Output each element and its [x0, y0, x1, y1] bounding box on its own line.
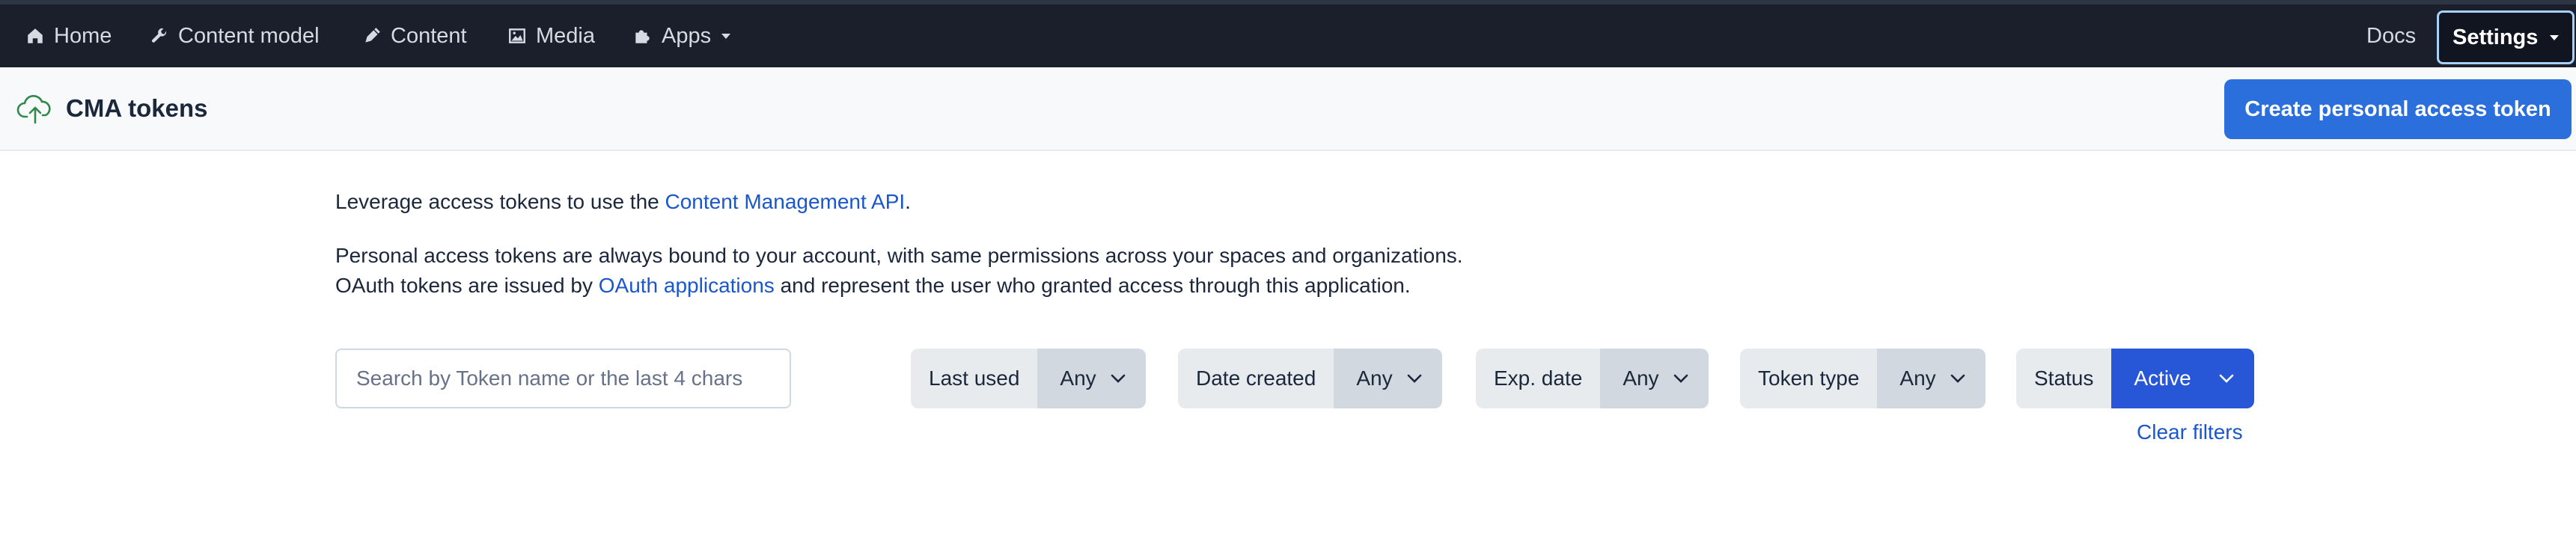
nav-apps-label: Apps — [662, 23, 712, 48]
nav-content-label: Content — [391, 23, 467, 48]
nav-docs-label: Docs — [2366, 23, 2417, 48]
filter-status[interactable]: Status Active — [2016, 349, 2254, 408]
nav-content-model-label: Content model — [178, 23, 320, 48]
intro-text: Leverage access tokens to use the — [335, 190, 665, 213]
filter-value-text: Any — [1899, 367, 1936, 390]
chevron-down-icon — [1407, 374, 1421, 383]
cma-api-link[interactable]: Content Management API — [665, 190, 906, 213]
nav-docs[interactable]: Docs — [2366, 4, 2416, 67]
puzzle-icon — [635, 30, 650, 43]
filter-label: Exp. date — [1476, 349, 1601, 408]
home-icon — [28, 28, 43, 43]
filter-value-text: Active — [2134, 367, 2191, 390]
pen-icon — [365, 28, 380, 43]
intro-line-3: OAuth tokens are issued by OAuth applica… — [335, 271, 1411, 301]
filter-label: Date created — [1178, 349, 1334, 408]
page-header: CMA tokens Create personal access token — [0, 67, 2576, 151]
filter-value-text: Any — [1623, 367, 1659, 390]
filter-value[interactable]: Any — [1600, 349, 1709, 408]
filter-label: Status — [2016, 349, 2112, 408]
nav-apps[interactable]: Apps — [632, 4, 732, 67]
page-title: CMA tokens — [66, 94, 208, 122]
filter-value-text: Any — [1060, 367, 1096, 390]
oauth-text: OAuth tokens are issued by — [335, 274, 599, 297]
chevron-down-icon — [1950, 374, 1965, 383]
filter-last-used[interactable]: Last used Any — [911, 349, 1146, 408]
filter-date-created[interactable]: Date created Any — [1178, 349, 1442, 408]
filter-value[interactable]: Active — [2111, 349, 2254, 408]
nav-home[interactable]: Home — [25, 4, 112, 67]
filter-label: Last used — [911, 349, 1038, 408]
filter-token-type[interactable]: Token type Any — [1740, 349, 1986, 408]
filter-value[interactable]: Any — [1877, 349, 1986, 408]
nav-content-model[interactable]: Content model — [150, 4, 320, 67]
filter-value[interactable]: Any — [1037, 349, 1146, 408]
oauth-text-after: and represent the user who granted acces… — [774, 274, 1411, 297]
nav-home-label: Home — [54, 23, 112, 48]
settings-label: Settings — [2453, 25, 2539, 49]
nav-media[interactable]: Media — [507, 4, 595, 67]
create-token-button[interactable]: Create personal access token — [2224, 79, 2572, 139]
filter-value-text: Any — [1356, 367, 1393, 390]
nav-content[interactable]: Content — [362, 4, 467, 67]
wrench-icon — [152, 28, 166, 43]
intro-line-2: Personal access tokens are always bound … — [335, 244, 1463, 267]
cloud-upload-icon — [16, 94, 51, 124]
clear-filters-link[interactable]: Clear filters — [2137, 420, 2243, 444]
chevron-down-icon — [2219, 374, 2233, 383]
image-icon — [509, 28, 525, 43]
chevron-down-icon — [1111, 374, 1125, 383]
intro-line-1: Leverage access tokens to use the Conten… — [335, 187, 911, 217]
oauth-applications-link[interactable]: OAuth applications — [599, 274, 775, 297]
nav-media-label: Media — [536, 23, 595, 48]
settings-button[interactable]: Settings — [2437, 10, 2575, 64]
caret-down-icon — [2550, 35, 2560, 40]
filter-exp-date[interactable]: Exp. date Any — [1476, 349, 1709, 408]
filter-value[interactable]: Any — [1334, 349, 1442, 408]
intro-period: . — [905, 190, 911, 213]
search-input[interactable] — [335, 349, 791, 408]
filter-label: Token type — [1740, 349, 1878, 408]
chevron-down-icon — [1673, 374, 1688, 383]
caret-down-icon — [721, 34, 731, 39]
top-navigation: Home Content model Content Media Apps Do… — [0, 0, 2576, 67]
